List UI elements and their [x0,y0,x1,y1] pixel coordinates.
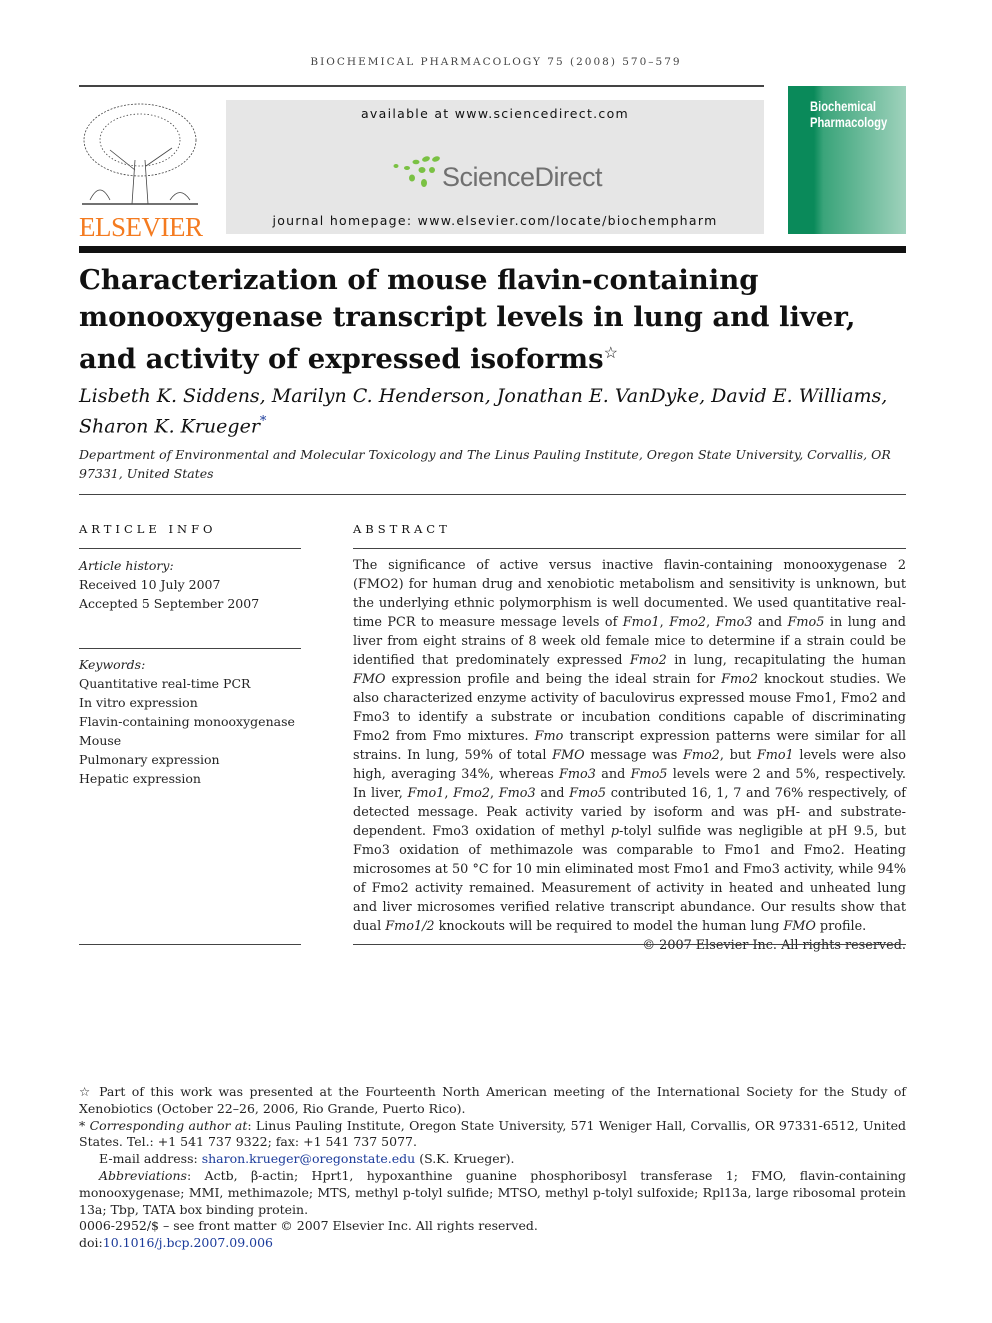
abstract-segment: Fmo1 [756,748,794,763]
abbr-text: : Actb, β-actin; Hprt1, hypoxanthine gua… [79,1167,906,1217]
abstract-segment: message was [584,748,683,763]
keyword: Hepatic expression [79,771,201,786]
paper-page: BIOCHEMICAL PHARMACOLOGY 75 (2008) 570–5… [0,0,992,1323]
abstract-segment: Fmo5 [630,767,668,782]
abstract-segment: knockouts will be required to model the … [434,919,784,934]
abstract-segment: , but [719,748,757,763]
abstract-segment: and [535,786,570,801]
abstract-segment: Fmo3 [559,767,596,782]
sciencedirect-banner: available at www.sciencedirect.com Scien… [226,100,764,234]
keywords: Keywords: Quantitative real-time PCR In … [79,655,301,788]
abstract-segment: Fmo5 [787,615,825,630]
cover-title: Biochemical Pharmacology [810,98,888,130]
abstract-segment: Fmo2 [721,672,759,687]
divider [353,548,906,549]
keywords-label: Keywords: [79,657,146,672]
corresponding-author-mark[interactable]: * [260,414,267,429]
header-rule [79,85,764,87]
journal-cover-image: Biochemical Pharmacology [788,86,906,234]
abbr-label: Abbreviations [99,1167,187,1183]
abstract-segment: FMO [783,919,816,934]
elsevier-tree-logo [80,100,200,208]
abstract-segment: Fmo2 [669,615,707,630]
abstract-segment: FMO [353,672,386,687]
journal-homepage-link[interactable]: journal homepage: www.elsevier.com/locat… [226,213,764,228]
available-at-text[interactable]: available at www.sciencedirect.com [226,106,764,121]
abstract-segment: Fmo5 [569,786,607,801]
email-suffix: (S.K. Krueger). [415,1151,515,1167]
divider [79,548,301,549]
history-label: Article history: [79,558,174,573]
divider [79,648,301,649]
abstract-segment: Fmo1 [622,615,660,630]
accepted-date: Accepted 5 September 2007 [79,596,260,611]
abstract-segment: Fmo2 [453,786,491,801]
keyword: Pulmonary expression [79,752,220,767]
article-history: Article history: Received 10 July 2007 A… [79,556,301,613]
doi-label: doi: [79,1235,103,1251]
abstract-segment: Fmo3 [715,615,753,630]
received-date: Received 10 July 2007 [79,577,221,592]
abstract-heading: ABSTRACT [353,522,451,536]
keyword: Flavin-containing monooxygenase [79,714,295,729]
abstract-segment: , [706,615,716,630]
abstract-segment: Fmo [534,729,564,744]
abstract-segment: in lung, recapitulating the human [666,653,906,668]
email-footnote: E-mail address: sharon.krueger@oregonsta… [79,1151,906,1168]
title-footnote-mark[interactable]: ☆ [604,343,618,362]
abstract-segment: and [595,767,631,782]
abstract-segment: , [444,786,454,801]
affiliation-rule [79,494,906,495]
abstract-body: The significance of active versus inacti… [353,556,906,955]
abstract-segment: -tolyl sulfide was negligible at pH 9.5,… [353,824,906,934]
abstract-copyright: © 2007 Elsevier Inc. All rights reserved… [642,938,906,953]
abstract-segment: Fmo3 [498,786,536,801]
doi-link[interactable]: 10.1016/j.bcp.2007.09.006 [103,1235,273,1250]
abstract-segment: FMO [552,748,585,763]
abstract-segment: expression profile and being the ideal s… [385,672,722,687]
abstract-segment: and [752,615,788,630]
article-info-heading: ARTICLE INFO [79,522,217,536]
footnotes: ☆ Part of this work was presented at the… [79,1084,906,1252]
keyword: In vitro expression [79,695,198,710]
footnote-mark: * [79,1117,90,1133]
article-title: Characterization of mouse flavin-contain… [79,264,856,376]
footnote-label: Corresponding author at [89,1117,248,1133]
abstract-segment: , [490,786,499,801]
divider [79,944,301,945]
abstract-segment: , [659,615,670,630]
keyword: Mouse [79,733,122,748]
email-link[interactable]: sharon.krueger@oregonstate.edu [202,1151,416,1166]
abstract-segment: Fmo2 [629,653,667,668]
sciencedirect-dots-icon [392,156,444,194]
divider [353,944,906,945]
abstract-segment: p [610,824,620,839]
abstract-segment: Fmo1/2 [385,919,435,934]
abbreviations-footnote: Abbreviations: Actb, β-actin; Hprt1, hyp… [79,1168,906,1218]
corresponding-author-footnote: * Corresponding author at: Linus Pauling… [79,1118,906,1152]
email-label: E-mail address: [99,1151,202,1167]
abstract-segment: Fmo1 [407,786,445,801]
title-rule [79,246,906,253]
abstract-segment: profile. [815,919,867,934]
issn-line: 0006-2952/$ – see front matter © 2007 El… [79,1218,538,1234]
elsevier-wordmark: ELSEVIER [79,212,203,242]
abstract-segment: Fmo2 [682,748,720,763]
running-head: BIOCHEMICAL PHARMACOLOGY 75 (2008) 570–5… [310,56,682,68]
keyword: Quantitative real-time PCR [79,676,251,691]
doi-line: doi:10.1016/j.bcp.2007.09.006 [79,1235,906,1252]
sciencedirect-logo: ScienceDirect [442,162,603,192]
authors: Lisbeth K. Siddens, Marilyn C. Henderson… [79,385,888,438]
affiliation: Department of Environmental and Molecula… [79,447,891,481]
abstract-text: The significance of active versus inacti… [353,556,906,936]
presentation-footnote: ☆ Part of this work was presented at the… [79,1084,906,1116]
